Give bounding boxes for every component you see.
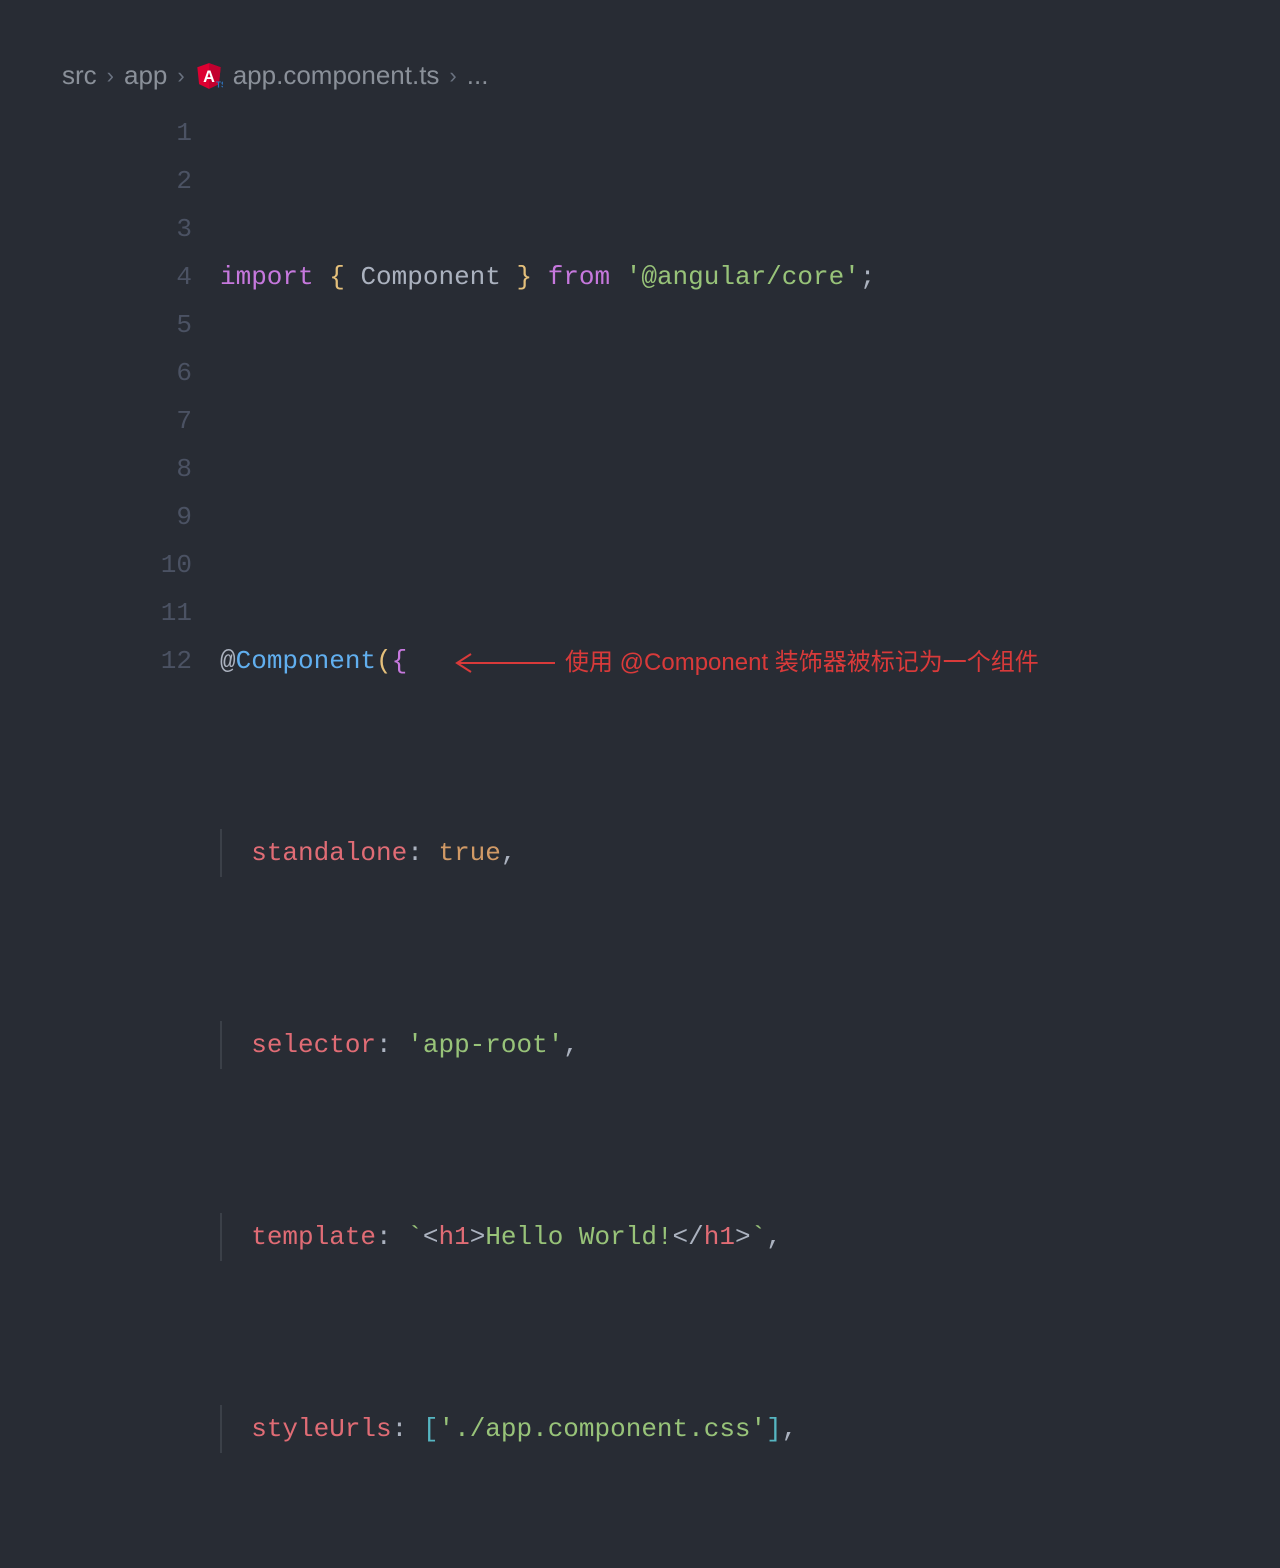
string-styleurl: './app.component.css': [438, 1414, 766, 1444]
property-styleurls: styleUrls: [251, 1414, 391, 1444]
line-number: 5: [20, 301, 192, 349]
indent-guide: [220, 1405, 222, 1453]
colon: :: [407, 838, 423, 868]
identifier-component: Component: [360, 262, 500, 292]
string-package: '@angular/core': [626, 262, 860, 292]
breadcrumb-item-file[interactable]: app.component.ts: [233, 60, 440, 91]
indent-guide: [220, 829, 222, 877]
annotation-text: 使用 @Component 装饰器被标记为一个组件: [565, 639, 1039, 687]
html-tag-h1-close: h1: [704, 1222, 735, 1252]
comma: ,: [782, 1414, 798, 1444]
svg-text:TS: TS: [216, 80, 223, 89]
code-line[interactable]: selector: 'app-root',: [220, 1021, 1260, 1069]
line-number: 4: [20, 253, 192, 301]
colon: :: [392, 1414, 408, 1444]
decorator-component: Component: [236, 646, 376, 676]
angular-icon: A TS: [195, 62, 223, 90]
code-area[interactable]: 1 2 3 4 5 6 7 8 9 10 11 12 import { Comp…: [20, 109, 1260, 1568]
annotation-callout: 使用 @Component 装饰器被标记为一个组件: [445, 639, 1039, 687]
property-selector: selector: [251, 1030, 376, 1060]
backtick: `: [751, 1222, 767, 1252]
comma: ,: [501, 838, 517, 868]
line-number: 12: [20, 637, 192, 685]
code-line[interactable]: [220, 445, 1260, 493]
breadcrumb-separator: ›: [107, 63, 114, 89]
indent-guide: [220, 1021, 222, 1069]
template-text: Hello World!: [485, 1222, 672, 1252]
boolean-true: true: [438, 838, 500, 868]
line-number: 6: [20, 349, 192, 397]
string-selector: 'app-root': [407, 1030, 563, 1060]
property-standalone: standalone: [251, 838, 407, 868]
keyword-from: from: [548, 262, 610, 292]
line-number: 7: [20, 397, 192, 445]
bracket: ]: [766, 1414, 782, 1444]
backtick: `: [407, 1222, 423, 1252]
line-number: 1: [20, 109, 192, 157]
breadcrumb[interactable]: src › app › A TS app.component.ts › ...: [20, 60, 1260, 109]
code-line[interactable]: @Component({ 使用 @Component 装饰器被标记为一个组件: [220, 637, 1260, 685]
colon: :: [376, 1222, 392, 1252]
line-number: 10: [20, 541, 192, 589]
line-number: 3: [20, 205, 192, 253]
code-content[interactable]: import { Component } from '@angular/core…: [220, 109, 1260, 1568]
keyword-import: import: [220, 262, 314, 292]
comma: ,: [766, 1222, 782, 1252]
brace: {: [392, 646, 408, 676]
breadcrumb-separator: ›: [177, 63, 184, 89]
line-number: 8: [20, 445, 192, 493]
code-line[interactable]: styleUrls: ['./app.component.css'],: [220, 1405, 1260, 1453]
line-number: 2: [20, 157, 192, 205]
html-tag-h1: h1: [438, 1222, 469, 1252]
code-editor: src › app › A TS app.component.ts › ... …: [0, 0, 1280, 1568]
paren: (: [376, 646, 392, 676]
code-line[interactable]: import { Component } from '@angular/core…: [220, 253, 1260, 301]
line-number: 9: [20, 493, 192, 541]
indent-guide: [220, 1213, 222, 1261]
breadcrumb-item-more[interactable]: ...: [467, 60, 489, 91]
angle-bracket: >: [470, 1222, 486, 1252]
line-number: 11: [20, 589, 192, 637]
breadcrumb-item-app[interactable]: app: [124, 60, 167, 91]
brace: {: [329, 262, 345, 292]
semicolon: ;: [860, 262, 876, 292]
angle-bracket: <: [423, 1222, 439, 1252]
code-line[interactable]: template: `<h1>Hello World!</h1>`,: [220, 1213, 1260, 1261]
line-number-gutter: 1 2 3 4 5 6 7 8 9 10 11 12: [20, 109, 220, 1568]
breadcrumb-separator: ›: [449, 63, 456, 89]
arrow-left-icon: [445, 643, 555, 683]
breadcrumb-item-src[interactable]: src: [62, 60, 97, 91]
colon: :: [376, 1030, 392, 1060]
angle-bracket: >: [735, 1222, 751, 1252]
comma: ,: [563, 1030, 579, 1060]
property-template: template: [251, 1222, 376, 1252]
brace: }: [517, 262, 533, 292]
decorator-at: @: [220, 646, 236, 676]
svg-text:A: A: [203, 67, 215, 85]
bracket: [: [423, 1414, 439, 1444]
angle-bracket: </: [673, 1222, 704, 1252]
code-line[interactable]: standalone: true,: [220, 829, 1260, 877]
